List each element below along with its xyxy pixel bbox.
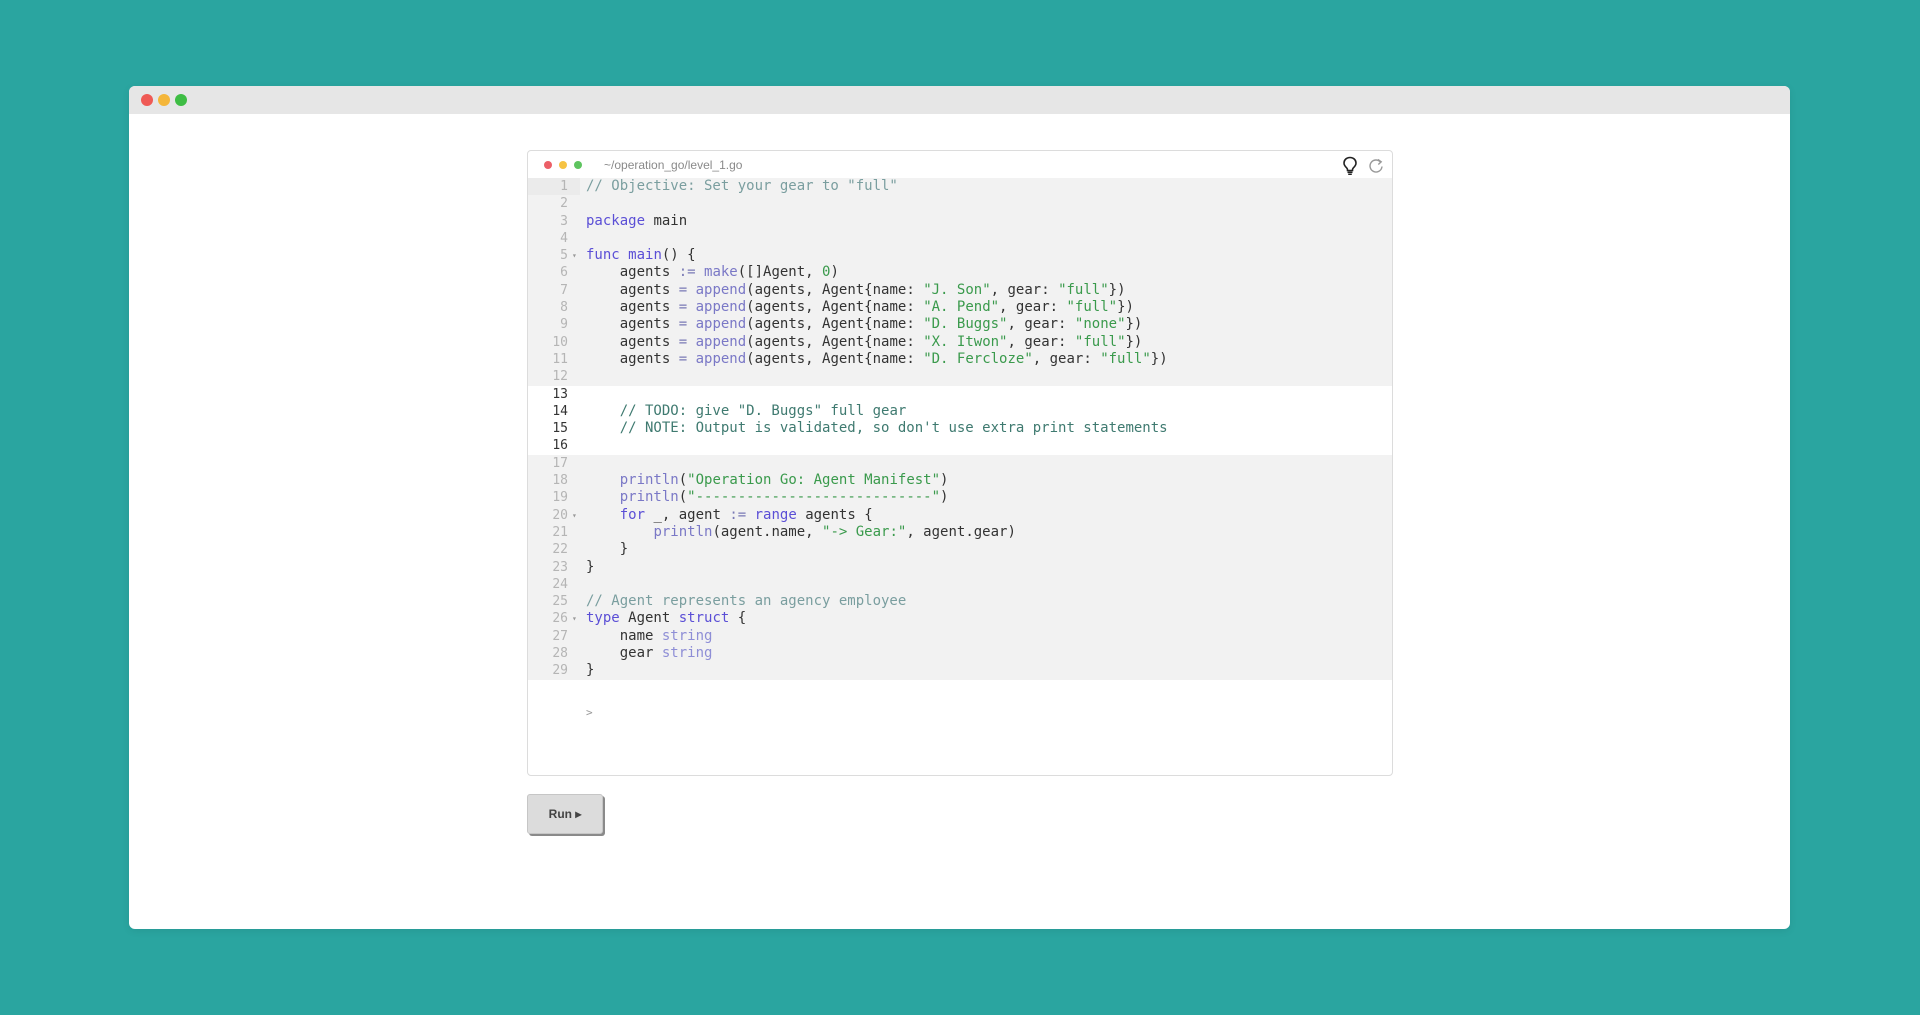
code-text: func main() { <box>586 247 696 264</box>
line-number: 21 <box>552 524 568 540</box>
code-text: // Agent represents an agency employee <box>586 593 907 610</box>
code-line: 2 <box>528 195 1392 213</box>
minimize-window-button[interactable] <box>158 94 170 106</box>
code-line: 11 agents = append(agents, Agent{name: "… <box>528 350 1392 369</box>
code-line[interactable]: 16 <box>528 437 1392 454</box>
code-text: // Objective: Set your gear to "full" <box>586 178 898 194</box>
reset-icon[interactable] <box>1367 157 1385 175</box>
line-number: 10 <box>552 334 568 350</box>
code-line[interactable]: 15 // NOTE: Output is validated, so don'… <box>528 420 1392 437</box>
line-number: 26 <box>552 611 568 627</box>
line-number: 19 <box>552 490 568 506</box>
code-line: 4 <box>528 229 1392 248</box>
line-number: 4 <box>560 230 568 246</box>
code-line: 1 // Objective: Set your gear to "full" <box>528 178 1392 196</box>
line-number: 29 <box>552 663 568 679</box>
code-line: 9 agents = append(agents, Agent{name: "D… <box>528 316 1392 334</box>
code-text: name string <box>586 627 713 644</box>
line-number: 2 <box>560 196 568 212</box>
editor-header: ~/operation_go/level_1.go <box>528 151 1392 178</box>
code-line: 19 println("----------------------------… <box>528 489 1392 507</box>
code-line: 18 println("Operation Go: Agent Manifest… <box>528 472 1392 490</box>
line-number: 3 <box>560 213 568 229</box>
browser-title-bar <box>129 86 1790 114</box>
code-text: } <box>586 558 595 575</box>
lightbulb-icon[interactable] <box>1342 156 1358 176</box>
file-path: ~/operation_go/level_1.go <box>604 158 743 172</box>
line-number: 16 <box>552 438 568 454</box>
close-window-button[interactable] <box>141 94 153 106</box>
code-line: 8 agents = append(agents, Agent{name: "A… <box>528 299 1392 317</box>
code-line: 21 println(agent.name, "-> Gear:", agent… <box>528 523 1392 542</box>
code-text: agents = append(agents, Agent{name: "D. … <box>586 316 1143 333</box>
code-line: 28 gear string <box>528 645 1392 663</box>
code-text: agents = append(agents, Agent{name: "D. … <box>586 350 1168 367</box>
line-number: 8 <box>560 300 568 316</box>
code-text[interactable]: // NOTE: Output is validated, so don't u… <box>586 420 1168 437</box>
line-number: 6 <box>560 265 568 281</box>
fold-arrow-icon[interactable]: ▾ <box>572 610 577 627</box>
line-number: 23 <box>552 559 568 575</box>
line-number: 9 <box>560 317 568 333</box>
code-text: println("----------------------------") <box>619 489 949 506</box>
code-editor: ~/operation_go/level_1.go 1 // Objective:… <box>527 150 1393 776</box>
line-number: 7 <box>560 282 568 298</box>
code-line: 24 <box>528 575 1392 594</box>
editor-green-dot <box>574 161 582 169</box>
code-text: for _, agent := range agents { <box>619 506 873 523</box>
code-text: } <box>586 541 629 558</box>
run-button[interactable]: Run ▸ <box>527 794 603 834</box>
code-line: 29} <box>528 662 1392 680</box>
line-number: 22 <box>552 542 568 558</box>
line-number: 13 <box>552 386 568 402</box>
code-text: type Agent struct { <box>586 610 747 627</box>
code-line[interactable]: 13 <box>528 386 1392 403</box>
code-text: agents := make([]Agent, 0) <box>586 264 839 281</box>
editor-yellow-dot <box>559 161 567 169</box>
code-line: 23} <box>528 558 1392 576</box>
code-line: 6 agents := make([]Agent, 0) <box>528 264 1392 282</box>
code-line: 12 <box>528 368 1392 386</box>
line-number: 24 <box>552 576 568 592</box>
line-number: 1 <box>560 179 568 194</box>
code-line: 17 <box>528 454 1392 473</box>
fold-arrow-icon[interactable]: ▾ <box>572 507 577 524</box>
code-line: 26 ▾ type Agent struct { <box>528 610 1392 628</box>
code-text: agents = append(agents, Agent{name: "X. … <box>586 333 1143 350</box>
line-number: 15 <box>552 421 568 437</box>
code-text: println(agent.name, "-> Gear:", agent.ge… <box>653 523 1016 540</box>
code-area[interactable]: 1 // Objective: Set your gear to "full" 2 3… <box>528 178 1392 680</box>
line-number: 25 <box>552 594 568 610</box>
code-text: println("Operation Go: Agent Manifest") <box>619 472 949 489</box>
line-number: 20 <box>552 507 568 523</box>
code-line: 7 agents = append(agents, Agent{name: "J… <box>528 281 1392 300</box>
code-line: 5 ▾ func main() { <box>528 247 1392 265</box>
line-number: 17 <box>552 455 568 471</box>
line-number: 12 <box>552 369 568 385</box>
line-number: 11 <box>552 351 568 367</box>
code-text: agents = append(agents, Agent{name: "A. … <box>586 299 1134 316</box>
code-line: 3 package main <box>528 212 1392 230</box>
line-number: 28 <box>552 646 568 662</box>
code-text: } <box>586 662 595 679</box>
code-line: 20 ▾ for _, agent := range agents { <box>528 506 1392 524</box>
line-number: 18 <box>552 473 568 489</box>
code-line: 25 // Agent represents an agency employee <box>528 593 1392 611</box>
code-text: agents = append(agents, Agent{name: "J. … <box>586 281 1126 298</box>
code-text[interactable]: // TODO: give "D. Buggs" full gear <box>586 403 907 420</box>
line-number: 14 <box>552 403 568 419</box>
code-text: package main <box>586 212 688 229</box>
code-line: 27 name string <box>528 627 1392 646</box>
line-number: 5 <box>560 248 568 264</box>
code-line[interactable]: 14 // TODO: give "D. Buggs" full gear <box>528 403 1392 420</box>
fold-arrow-icon[interactable]: ▾ <box>572 247 577 264</box>
maximize-window-button[interactable] <box>175 94 187 106</box>
code-text: gear string <box>586 645 713 662</box>
editor-red-dot <box>544 161 552 169</box>
line-number: 27 <box>552 628 568 644</box>
code-line: 10 agents = append(agents, Agent{name: "… <box>528 333 1392 351</box>
output-prompt: > <box>586 706 593 719</box>
code-line: 22 } <box>528 541 1392 559</box>
